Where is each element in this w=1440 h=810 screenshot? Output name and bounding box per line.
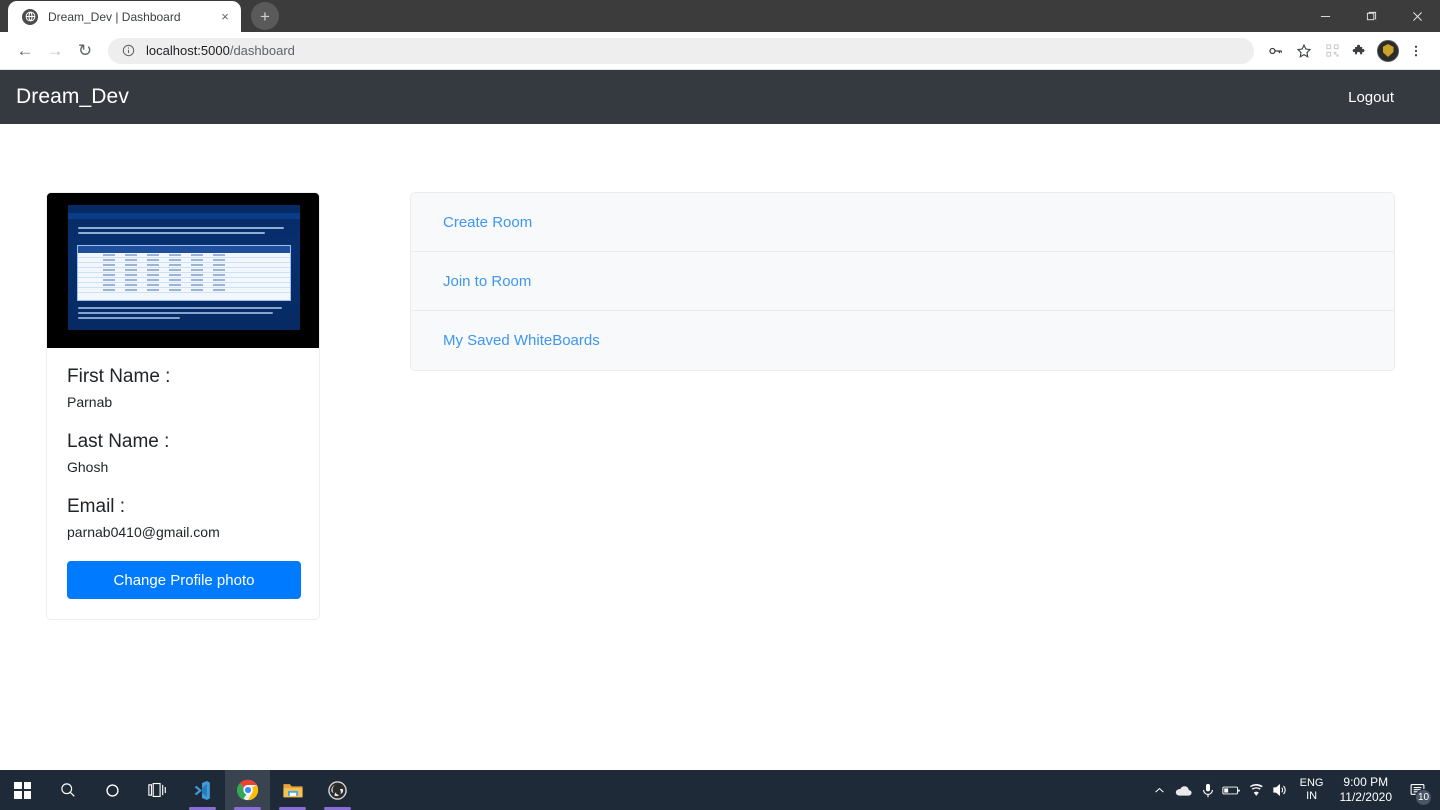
shield-icon (1382, 44, 1394, 57)
tray-expand-chevron-icon[interactable] (1148, 770, 1172, 810)
actions-list-group: Create Room Join to Room My Saved WhiteB… (410, 192, 1395, 371)
new-tab-button[interactable]: + (251, 2, 279, 30)
change-profile-photo-button[interactable]: Change Profile photo (67, 561, 301, 599)
profile-avatar-icon[interactable] (1374, 37, 1402, 65)
close-icon[interactable] (1394, 0, 1440, 32)
address-bar-url: localhost:5000/dashboard (146, 43, 295, 58)
profile-photo (47, 193, 319, 348)
last-name-label: Last Name : (67, 431, 170, 452)
chrome-menu-icon[interactable] (1402, 37, 1430, 65)
task-view-icon (148, 782, 166, 798)
last-name-value: Ghosh (67, 459, 109, 475)
windows-taskbar: ENG IN 9:00 PM 11/2/2020 10 (0, 770, 1440, 810)
globe-icon (22, 8, 38, 25)
create-room-link[interactable]: Create Room (443, 214, 532, 231)
qr-code-icon[interactable] (1318, 37, 1346, 65)
clock-date: 11/2/2020 (1339, 790, 1393, 804)
browser-toolbar: ← → ↻ localhost:5000/dashboard (0, 32, 1440, 70)
doc-table (77, 245, 291, 301)
language-region: IN (1306, 790, 1318, 802)
start-button[interactable] (0, 770, 45, 810)
window-controls (1302, 0, 1440, 32)
back-icon[interactable]: ← (10, 36, 40, 66)
dashboard-content: First Name : Parnab Last Name : Ghosh Em… (0, 124, 1440, 620)
clock[interactable]: 9:00 PM 11/2/2020 (1332, 775, 1401, 805)
first-name-value: Parnab (67, 394, 113, 410)
toolbar-actions (1262, 37, 1430, 65)
clock-time: 9:00 PM (1343, 775, 1389, 789)
profile-card: First Name : Parnab Last Name : Ghosh Em… (46, 192, 320, 620)
email-value: parnab0410@gmail.com (67, 524, 220, 540)
onedrive-cloud-icon[interactable] (1172, 770, 1196, 810)
address-host: localhost:5000 (146, 43, 230, 58)
app-navbar: Dream_Dev Logout (0, 70, 1440, 124)
app-brand[interactable]: Dream_Dev (16, 85, 129, 109)
page-viewport: Dream_Dev Logout First Name: Parnab Las… (0, 70, 1440, 770)
volume-icon[interactable] (1268, 770, 1292, 810)
language-code: ENG (1299, 777, 1324, 789)
system-tray: ENG IN 9:00 PM 11/2/2020 10 (1148, 770, 1440, 810)
search-button[interactable] (45, 770, 90, 810)
chrome-button[interactable] (225, 770, 270, 810)
wifi-icon[interactable] (1244, 770, 1268, 810)
file-explorer-button[interactable] (270, 770, 315, 810)
doc-footer-lines (78, 307, 290, 322)
language-indicator[interactable]: ENG IN (1292, 777, 1332, 803)
avatar (1377, 39, 1399, 62)
list-item-join-room[interactable]: Join to Room (411, 252, 1394, 311)
list-item-create-room[interactable]: Create Room (411, 193, 1394, 252)
doc-table-header (78, 246, 290, 253)
obs-icon (328, 780, 347, 800)
first-name-label: First Name : (67, 366, 171, 387)
reload-icon[interactable]: ↻ (70, 36, 100, 66)
list-item-my-saved-whiteboards[interactable]: My Saved WhiteBoards (411, 311, 1394, 370)
browser-tab[interactable]: Dream_Dev | Dashboard × (8, 1, 241, 32)
notification-count-badge: 10 (1415, 789, 1432, 806)
profile-card-body: First Name : Parnab Last Name : Ghosh Em… (47, 348, 319, 619)
maximize-icon[interactable] (1348, 0, 1394, 32)
obs-button[interactable] (315, 770, 360, 810)
address-path: /dashboard (229, 43, 295, 58)
browser-window: Dream_Dev | Dashboard × + ← → ↻ localhos… (0, 0, 1440, 770)
taskbar-items (0, 770, 360, 810)
search-icon (60, 783, 75, 797)
notifications-button[interactable]: 10 (1400, 770, 1434, 810)
doc-heading-lines (78, 227, 290, 237)
vscode-icon (194, 780, 210, 800)
task-view-button[interactable] (135, 770, 180, 810)
password-key-icon[interactable] (1262, 37, 1290, 65)
forward-icon[interactable]: → (40, 36, 70, 66)
tab-title: Dream_Dev | Dashboard (48, 9, 181, 24)
my-saved-whiteboards-link[interactable]: My Saved WhiteBoards (443, 332, 600, 349)
join-to-room-link[interactable]: Join to Room (443, 273, 531, 290)
microphone-icon[interactable] (1196, 770, 1220, 810)
extensions-puzzle-icon[interactable] (1346, 37, 1374, 65)
address-bar[interactable]: localhost:5000/dashboard (108, 37, 1254, 64)
email-label: Email : (67, 496, 126, 517)
bookmark-star-icon[interactable] (1290, 37, 1318, 65)
vscode-button[interactable] (180, 770, 225, 810)
windows-logo-icon (14, 781, 31, 799)
minimize-icon[interactable] (1302, 0, 1348, 32)
tab-close-icon[interactable]: × (217, 9, 233, 25)
battery-icon[interactable] (1220, 770, 1244, 810)
chrome-icon (236, 779, 258, 801)
cortana-circle-icon (106, 783, 119, 797)
document-screenshot-image (68, 205, 300, 330)
logout-link[interactable]: Logout (1348, 89, 1394, 106)
doc-band (68, 213, 300, 219)
folder-icon (282, 784, 303, 798)
site-info-icon[interactable] (120, 43, 136, 59)
cortana-button[interactable] (90, 770, 135, 810)
tab-strip: Dream_Dev | Dashboard × + (0, 0, 1440, 32)
